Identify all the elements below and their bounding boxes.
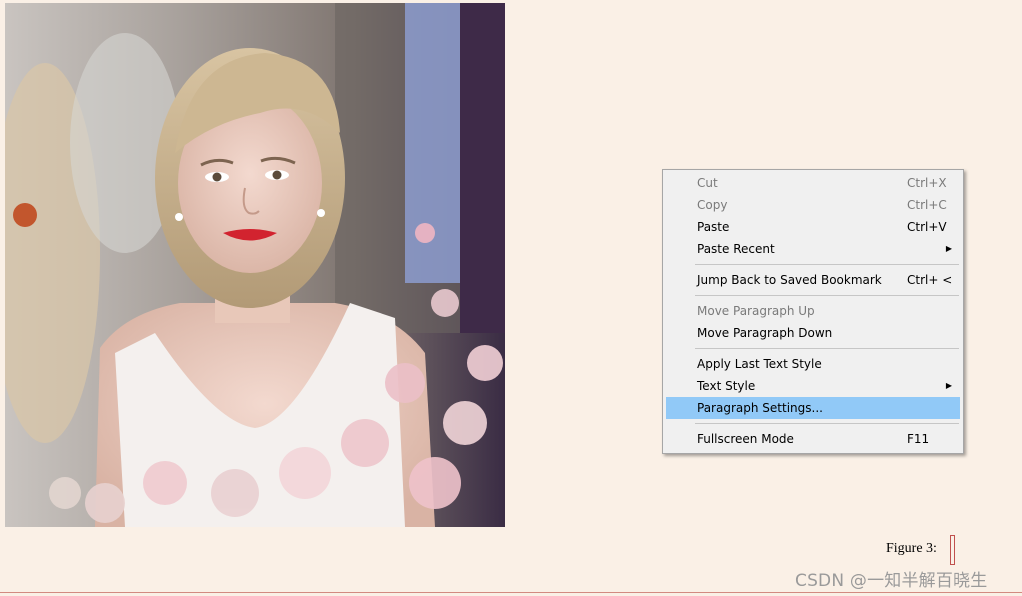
text-cursor[interactable] [950,535,955,565]
menu-item-apply-last-text-style[interactable]: Apply Last Text Style [666,353,960,375]
menu-item-jump-back-bookmark[interactable]: Jump Back to Saved Bookmark Ctrl+ < [666,269,960,291]
menu-item-shortcut: Ctrl+C [907,198,947,212]
menu-item-label: Move Paragraph Up [697,304,815,318]
menu-item-label: Jump Back to Saved Bookmark [697,273,882,287]
menu-item-label: Apply Last Text Style [697,357,822,371]
menu-separator [695,423,959,424]
menu-item-move-paragraph-up[interactable]: Move Paragraph Up [666,300,960,322]
menu-item-label: Text Style [697,379,756,393]
divider [0,592,1022,593]
menu-item-label: Move Paragraph Down [697,326,833,340]
menu-item-label: Paragraph Settings... [697,401,823,415]
menu-item-shortcut: Ctrl+X [907,176,947,190]
menu-item-paragraph-settings[interactable]: Paragraph Settings... [666,397,960,419]
menu-item-text-style[interactable]: Text Style ▶ [666,375,960,397]
watermark: CSDN @一知半解百晓生 [795,571,988,591]
context-menu: Cut Ctrl+X Copy Ctrl+C Paste Ctrl+V Past… [662,169,964,454]
menu-item-shortcut: Ctrl+V [907,220,947,234]
menu-item-shortcut: F11 [907,432,930,446]
menu-item-paste-recent[interactable]: Paste Recent ▶ [666,238,960,260]
menu-item-cut[interactable]: Cut Ctrl+X [666,172,960,194]
menu-item-shortcut: Ctrl+ < [907,273,953,287]
menu-item-label: Copy [697,198,728,212]
menu-item-paste[interactable]: Paste Ctrl+V [666,216,960,238]
photo [5,3,505,527]
menu-separator [695,348,959,349]
menu-item-label: Paste [697,220,730,234]
menu-item-label: Paste Recent [697,242,775,256]
menu-item-fullscreen-mode[interactable]: Fullscreen Mode F11 [666,428,960,450]
menu-item-move-paragraph-down[interactable]: Move Paragraph Down [666,322,960,344]
menu-item-label: Fullscreen Mode [697,432,794,446]
menu-separator [695,264,959,265]
figure-caption: Figure 3: [886,541,937,556]
submenu-arrow-icon: ▶ [945,244,952,253]
submenu-arrow-icon: ▶ [945,381,952,390]
menu-item-copy[interactable]: Copy Ctrl+C [666,194,960,216]
menu-item-label: Cut [697,176,718,190]
menu-separator [695,295,959,296]
